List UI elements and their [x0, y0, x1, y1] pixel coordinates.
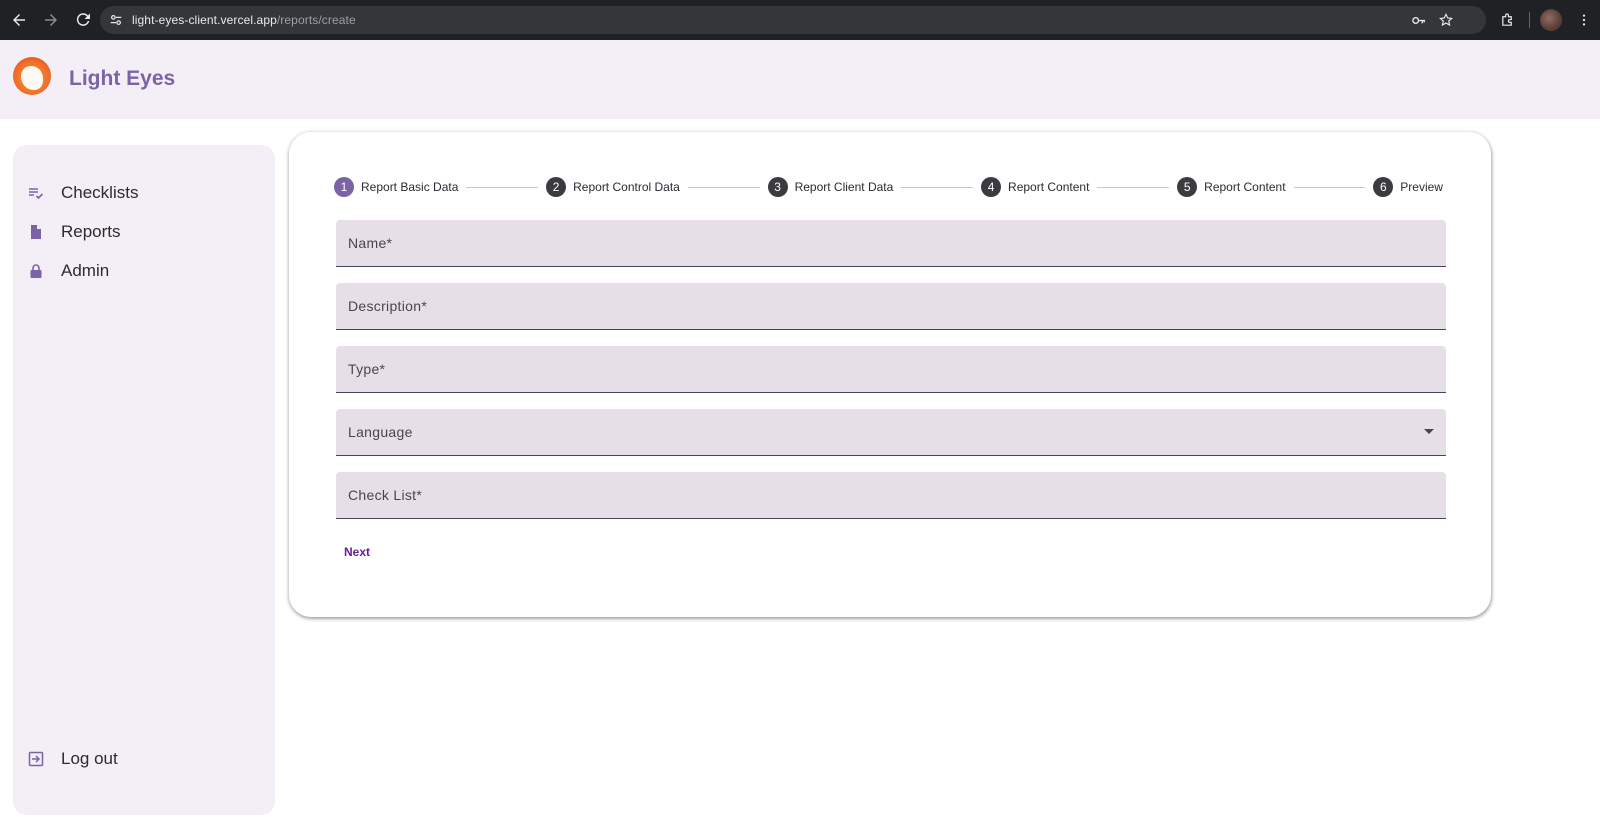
type-input[interactable]	[336, 346, 1446, 392]
step-4[interactable]: 4 Report Content	[981, 177, 1089, 197]
step-connector	[1097, 186, 1170, 188]
reload-icon	[76, 13, 90, 26]
step-connector	[687, 186, 760, 188]
language-label: Language	[348, 424, 413, 440]
site-info-icon[interactable]	[102, 6, 130, 34]
name-field[interactable]	[336, 220, 1446, 267]
type-field[interactable]	[336, 346, 1446, 393]
checklist-field[interactable]	[336, 472, 1446, 519]
stepper: 1 Report Basic Data 2 Report Control Dat…	[334, 176, 1443, 198]
step-label: Preview	[1400, 180, 1443, 194]
next-button[interactable]: Next	[342, 543, 372, 561]
lock-icon	[27, 262, 45, 280]
checklist-input[interactable]	[336, 472, 1446, 518]
step-label: Report Client Data	[794, 180, 894, 194]
checklist-icon	[27, 184, 45, 202]
step-3[interactable]: 3 Report Client Data	[767, 177, 894, 197]
sidebar: Checklists Reports Admin Log out	[13, 145, 275, 815]
app-title[interactable]: Light Eyes	[69, 67, 175, 91]
forward-button[interactable]	[36, 5, 66, 35]
logout-button[interactable]: Log out	[27, 745, 118, 773]
name-input[interactable]	[336, 220, 1446, 266]
browser-toolbar: light-eyes-client.vercel.app/reports/cre…	[0, 0, 1600, 40]
logout-label: Log out	[61, 749, 118, 768]
step-label: Report Control Data	[573, 180, 680, 194]
sidebar-item-label: Checklists	[61, 183, 139, 202]
step-number: 1	[334, 177, 354, 197]
toolbar-divider	[1529, 12, 1530, 28]
caret-down-icon	[1424, 429, 1434, 434]
step-6[interactable]: 6 Preview	[1373, 177, 1443, 197]
app-header: Light Eyes	[0, 40, 1600, 119]
extensions-icon[interactable]	[1495, 8, 1519, 32]
description-field[interactable]	[336, 283, 1446, 330]
more-options-icon[interactable]	[1572, 8, 1596, 32]
reload-button[interactable]	[68, 5, 98, 35]
report-create-card: 1 Report Basic Data 2 Report Control Dat…	[289, 132, 1491, 617]
step-1[interactable]: 1 Report Basic Data	[334, 177, 458, 197]
step-number: 5	[1177, 177, 1198, 197]
key-icon[interactable]	[1408, 10, 1428, 30]
step-label: Report Content	[1204, 180, 1286, 194]
step-connector	[901, 186, 974, 188]
sidebar-item-admin[interactable]: Admin	[27, 257, 109, 285]
profile-avatar[interactable]	[1540, 9, 1562, 31]
eagle-logo-icon[interactable]	[13, 57, 51, 95]
arrow-left-icon	[13, 14, 25, 26]
step-connector	[466, 186, 539, 188]
step-connector	[1293, 186, 1366, 188]
sidebar-item-checklists[interactable]: Checklists	[27, 179, 138, 207]
step-label: Report Content	[1008, 180, 1090, 194]
sidebar-item-label: Admin	[61, 261, 110, 280]
sidebar-item-reports[interactable]: Reports	[27, 218, 121, 246]
step-2[interactable]: 2 Report Control Data	[546, 177, 680, 197]
back-button[interactable]	[4, 5, 34, 35]
step-number: 4	[981, 177, 1002, 197]
step-number: 2	[546, 177, 567, 197]
sidebar-item-label: Reports	[61, 222, 121, 241]
document-icon	[27, 223, 45, 241]
star-icon[interactable]	[1436, 10, 1456, 30]
description-input[interactable]	[336, 283, 1446, 329]
step-number: 3	[767, 177, 788, 197]
address-bar[interactable]: light-eyes-client.vercel.app/reports/cre…	[100, 6, 1486, 34]
url-text: light-eyes-client.vercel.app/reports/cre…	[132, 13, 356, 27]
step-number: 6	[1373, 177, 1394, 197]
logout-icon	[27, 750, 45, 768]
step-5[interactable]: 5 Report Content	[1177, 177, 1286, 197]
arrow-right-icon	[45, 14, 57, 26]
step-label: Report Basic Data	[361, 180, 459, 194]
language-select[interactable]: Language	[336, 409, 1446, 456]
